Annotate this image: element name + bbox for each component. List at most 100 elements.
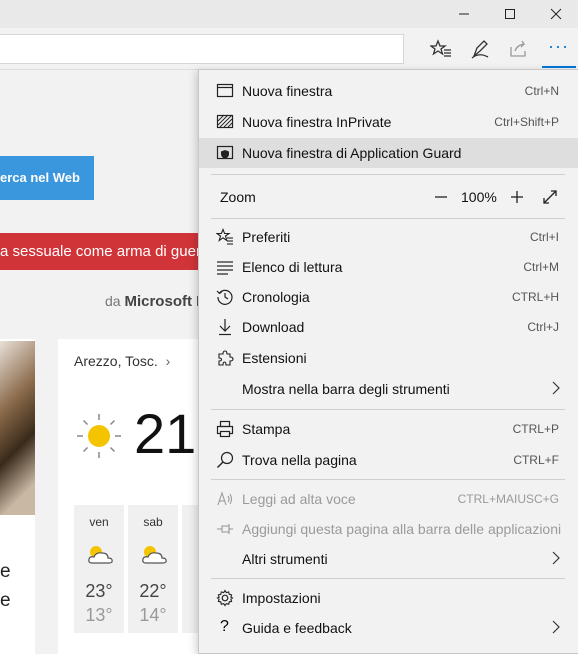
menu-item-read-aloud[interactable]: Leggi ad alta voce CTRL+MAIUSC+G: [199, 484, 578, 514]
menu-item-label: Mostra nella barra degli strumenti: [242, 381, 450, 397]
menu-separator: [211, 479, 565, 480]
news-banner[interactable]: a sessuale come arma di guer: [0, 233, 200, 270]
menu-item-shortcut: Ctrl+N: [524, 84, 559, 98]
news-card[interactable]: e e: [0, 339, 35, 654]
sun-icon: [77, 414, 121, 458]
menu-item-download[interactable]: Download Ctrl+J: [199, 312, 578, 342]
menu-item-show-in-toolbar[interactable]: Mostra nella barra degli strumenti: [199, 374, 578, 404]
find-icon: [217, 451, 234, 468]
menu-item-label: Download: [242, 319, 305, 335]
annotate-button[interactable]: [469, 38, 491, 60]
partly-cloudy-icon: [88, 546, 113, 564]
menu-item-label: Nuova finestra di Application Guard: [242, 145, 462, 161]
menu-item-shortcut: CTRL+F: [513, 453, 559, 467]
byline-prefix: da: [105, 293, 121, 309]
forecast-day-name: sab: [143, 515, 163, 529]
forecast-day-name: ven: [89, 515, 109, 529]
history-icon: [216, 289, 233, 305]
byline-source: Microsoft N: [124, 293, 207, 310]
weather-location-label: Arezzo, Tosc.: [74, 353, 158, 369]
weather-card[interactable]: Arezzo, Tosc. › 21° ven 23° 13° sab 22° …: [58, 339, 219, 654]
menu-item-shortcut: CTRL+MAIUSC+G: [457, 492, 559, 506]
extensions-icon: [218, 350, 234, 366]
menu-item-find-on-page[interactable]: Trova nella pagina CTRL+F: [199, 445, 578, 475]
menu-item-help-and-feedback[interactable]: ? Guida e feedback: [199, 613, 578, 643]
favorites-star-icon: [429, 39, 451, 57]
forecast-day[interactable]: sab 22° 14°: [128, 505, 178, 633]
menu-item-shortcut: CTRL+P: [512, 422, 559, 436]
menu-item-label: Stampa: [242, 421, 291, 437]
menu-item-extensions[interactable]: Estensioni: [199, 343, 578, 373]
menu-separator: [211, 174, 565, 175]
byline: da Microsoft N: [105, 293, 207, 310]
menu-item-shortcut: CTRL+H: [511, 290, 559, 304]
menu-item-new-window[interactable]: Nuova finestra Ctrl+N: [199, 76, 578, 106]
menu-item-label: Elenco di lettura: [242, 259, 343, 275]
address-bar[interactable]: [0, 34, 404, 64]
browser-toolbar: ···: [0, 28, 578, 70]
menu-item-label: Nuova finestra: [242, 83, 333, 99]
fullscreen-button[interactable]: [540, 187, 560, 207]
news-card-line2: e: [0, 590, 11, 611]
title-bar: [0, 0, 578, 28]
menu-item-label: Preferiti: [242, 229, 291, 245]
share-button[interactable]: [508, 38, 530, 60]
zoom-out-button[interactable]: [431, 187, 451, 207]
more-button[interactable]: ···: [542, 28, 576, 68]
help-icon: ?: [220, 618, 229, 635]
menu-item-label: Aggiungi questa pagina alla barra delle …: [242, 521, 562, 537]
menu-item-reading-list[interactable]: Elenco di lettura Ctrl+M: [199, 252, 578, 282]
menu-item-history[interactable]: Cronologia CTRL+H: [199, 282, 578, 312]
partly-cloudy-icon: [142, 546, 167, 564]
menu-item-label: Leggi ad alta voce: [242, 491, 356, 507]
pin-icon: [217, 524, 233, 534]
menu-item-label: Estensioni: [242, 350, 307, 366]
minimize-button[interactable]: [441, 0, 487, 28]
menu-item-shortcut: Ctrl+Shift+P: [494, 115, 559, 129]
favorites-star-button[interactable]: [429, 38, 452, 60]
chevron-right-icon: ›: [165, 353, 171, 369]
weather-location[interactable]: Arezzo, Tosc. ›: [74, 353, 170, 369]
forecast-high: 22°: [139, 581, 167, 601]
menu-separator: [211, 218, 565, 219]
menu-item-more-tools[interactable]: Altri strumenti: [199, 544, 578, 574]
menu-item-shortcut: Ctrl+J: [527, 320, 559, 334]
zoom-value: 100%: [461, 189, 497, 205]
news-card-text: e e: [0, 557, 11, 615]
share-icon: [510, 40, 526, 57]
favorites-icon: [216, 228, 233, 245]
print-icon: [216, 420, 234, 438]
pen-annotate-icon: [471, 40, 489, 59]
web-search-button[interactable]: erca nel Web: [0, 156, 94, 200]
menu-item-new-inprivate-window[interactable]: Nuova finestra InPrivate Ctrl+Shift+P: [199, 107, 578, 137]
forecast-low: 13°: [85, 605, 113, 625]
menu-item-favorites[interactable]: Preferiti Ctrl+I: [199, 222, 578, 252]
download-icon: [219, 319, 231, 336]
settings-and-more-menu: Nuova finestra Ctrl+N Nuova finestra InP…: [198, 69, 578, 654]
maximize-button[interactable]: [487, 0, 533, 28]
zoom-label: Zoom: [220, 189, 256, 205]
menu-item-pin-to-taskbar[interactable]: Aggiungi questa pagina alla barra delle …: [199, 514, 578, 544]
forecast-day[interactable]: ven 23° 13°: [74, 505, 124, 633]
menu-item-label: Impostazioni: [242, 590, 321, 606]
settings-icon: [216, 589, 234, 607]
more-icon: ···: [548, 36, 569, 56]
zoom-row: Zoom 100%: [199, 182, 578, 212]
menu-item-new-application-guard-window[interactable]: Nuova finestra di Application Guard: [199, 138, 578, 168]
menu-item-label: Nuova finestra InPrivate: [242, 114, 392, 130]
zoom-in-button[interactable]: [507, 187, 527, 207]
menu-separator: [211, 409, 565, 410]
maximize-icon: [505, 9, 515, 19]
chevron-right-icon: [552, 551, 560, 565]
read-aloud-icon: [217, 491, 233, 506]
menu-item-label: Altri strumenti: [242, 551, 328, 567]
application-guard-icon: [216, 145, 234, 160]
inprivate-window-icon: [216, 114, 234, 129]
news-photo: [0, 341, 35, 515]
menu-item-print[interactable]: Stampa CTRL+P: [199, 414, 578, 444]
minimize-icon: [459, 13, 469, 15]
menu-item-settings[interactable]: Impostazioni: [199, 583, 578, 613]
menu-item-shortcut: Ctrl+M: [523, 260, 559, 274]
close-window-button[interactable]: [533, 0, 578, 28]
chevron-right-icon: [552, 620, 560, 634]
